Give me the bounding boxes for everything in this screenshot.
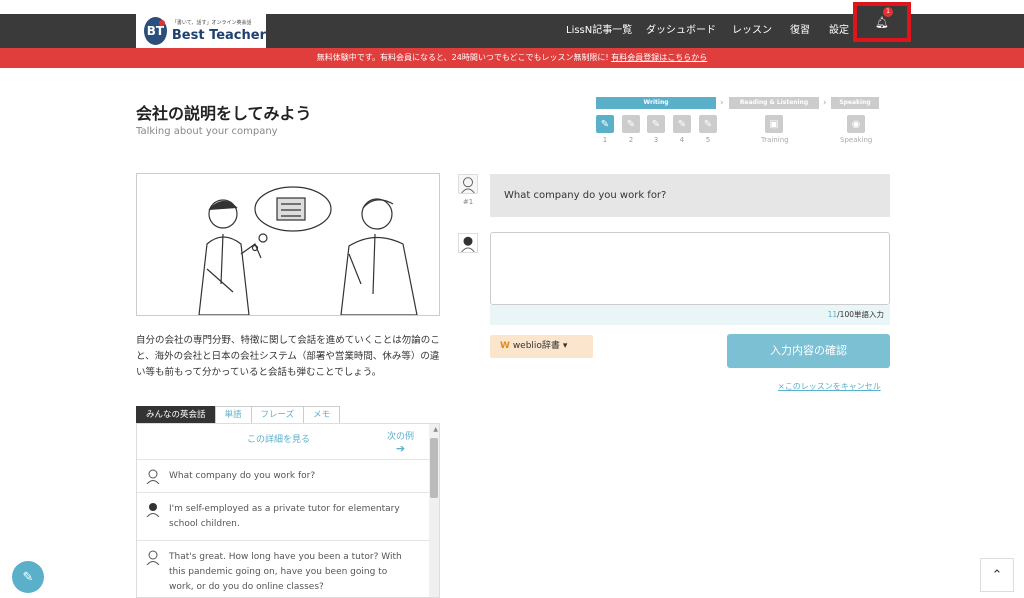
panel-scrollbar[interactable]: ▲: [429, 424, 439, 597]
notification-button[interactable]: 🔔︎ 1: [853, 2, 911, 42]
arrow-right-icon: ➔: [395, 442, 406, 455]
teacher-avatar-icon: [146, 469, 160, 484]
conversation-item: That's great. How long have you been a t…: [137, 541, 431, 597]
speaking-chat-icon[interactable]: ◉: [847, 115, 865, 133]
notification-badge: 1: [883, 6, 894, 17]
scroll-up-icon[interactable]: ▲: [433, 426, 438, 433]
teacher-avatar-icon: [458, 174, 478, 194]
conversation-item: I'm self-employed as a private tutor for…: [137, 493, 431, 541]
step-5-pencil-icon[interactable]: ✎: [699, 115, 717, 133]
tab-bar: みんなの英会話 単語 フレーズ メモ: [136, 406, 341, 423]
answer-input[interactable]: [490, 232, 890, 305]
chevron-right-icon: ›: [823, 98, 827, 108]
confirm-input-button[interactable]: 入力内容の確認: [727, 334, 890, 368]
nav-dashboard[interactable]: ダッシュボード: [646, 14, 716, 48]
trial-banner: 無料体験中です。有料会員になると、24時間いつでもどこでもレッスン無制限に! 有…: [0, 48, 1024, 68]
lesson-description: 自分の会社の専門分野、特徴に関して会話を進めていくことは勿論のこと、海外の会社と…: [136, 335, 440, 378]
step-number: 2: [628, 136, 634, 144]
scroll-thumb[interactable]: [430, 438, 438, 498]
step-number: 5: [705, 136, 711, 144]
step-number: 3: [653, 136, 659, 144]
banner-text: 無料体験中です。有料会員になると、24時間いつでもどこでもレッスン無制限に!: [316, 53, 609, 62]
training-book-icon[interactable]: ▣: [765, 115, 783, 133]
nav-settings[interactable]: 設定: [829, 14, 849, 48]
next-example-link[interactable]: 次の例 ➔: [387, 432, 414, 456]
banner-signup-link[interactable]: 有料会員登録はこちらから: [611, 53, 707, 62]
step-2-pencil-icon[interactable]: ✎: [622, 115, 640, 133]
nav-review[interactable]: 復習: [790, 14, 810, 48]
lesson-illustration: [136, 173, 440, 316]
scroll-to-top-chevron-up-icon[interactable]: ⌃: [980, 558, 1014, 592]
tab-memo[interactable]: メモ: [303, 406, 341, 423]
chevron-right-icon: ›: [720, 98, 724, 108]
weblio-w-icon: W: [500, 341, 510, 351]
stage-writing[interactable]: Writing: [596, 97, 716, 109]
step-number: 1: [602, 136, 608, 144]
edit-note-icon[interactable]: ✎: [12, 561, 44, 593]
bell-icon: 🔔︎ 1: [875, 6, 894, 29]
nav-lessons[interactable]: レッスン: [732, 14, 772, 48]
tab-words[interactable]: 単語: [214, 406, 252, 423]
tab-phrases[interactable]: フレーズ: [250, 406, 305, 423]
student-avatar-icon: [146, 503, 160, 517]
lesson-title: 会社の説明をしてみよう: [136, 104, 312, 123]
word-count: 11: [827, 310, 838, 319]
step-1-pencil-icon[interactable]: ✎: [596, 115, 614, 133]
word-count-suffix: /100単語入力: [837, 310, 884, 319]
nav-lissn-articles[interactable]: LissN記事一覧: [566, 14, 632, 48]
stage-speaking[interactable]: Speaking: [831, 97, 879, 109]
training-label: Training: [761, 136, 789, 144]
student-avatar-icon: [458, 233, 478, 253]
conversation-item: What company do you work for?: [137, 460, 431, 493]
speaking-label: Speaking: [840, 136, 873, 144]
tab-everyone-conversation[interactable]: みんなの英会話: [136, 406, 216, 423]
step-4-pencil-icon[interactable]: ✎: [673, 115, 691, 133]
two-businessmen-illustration: [198, 186, 418, 316]
word-counter: 11/100単語入力: [490, 305, 890, 325]
question-number: #1: [462, 198, 474, 206]
teacher-avatar-icon: [146, 550, 160, 565]
caret-down-icon: ▾: [562, 341, 568, 351]
view-detail-link[interactable]: この詳細を見る: [247, 432, 310, 445]
conversation-panel: この詳細を見る 次の例 ➔ What company do you work f…: [136, 423, 440, 598]
page: BT 「書いて、話す」オンライン英会話 Best Teacher LissN記事…: [0, 0, 1024, 598]
lesson-subtitle: Talking about your company: [136, 126, 278, 137]
question-bubble: What company do you work for?: [490, 174, 890, 217]
weblio-dictionary-button[interactable]: W weblio辞書 ▾: [490, 335, 593, 358]
cancel-lesson-link[interactable]: ×このレッスンをキャンセル: [778, 381, 881, 392]
step-3-pencil-icon[interactable]: ✎: [647, 115, 665, 133]
stage-reading-listening[interactable]: Reading & Listening: [729, 97, 819, 109]
step-number: 4: [679, 136, 685, 144]
